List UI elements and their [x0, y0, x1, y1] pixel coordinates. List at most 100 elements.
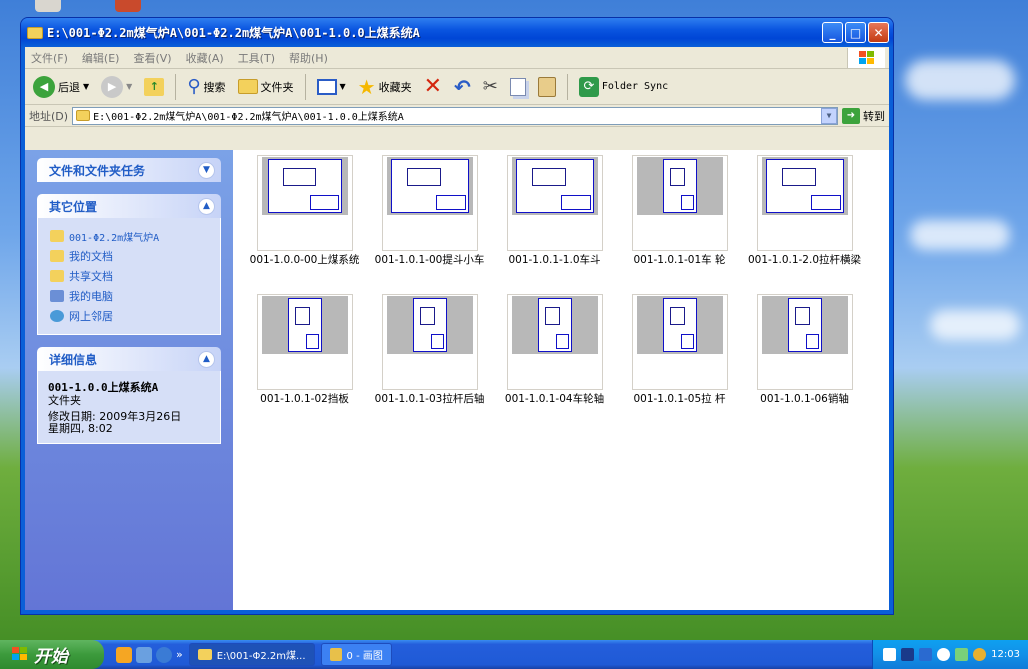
folders-button[interactable]: 文件夹 — [234, 72, 298, 102]
taskbar-button-explorer[interactable]: E:\001-Φ2.2m煤... — [188, 643, 315, 666]
file-item[interactable]: 001-1.0.0-00上煤系统 — [242, 155, 367, 280]
cut-button[interactable]: ✂ — [479, 72, 502, 102]
expand-chevron-icon[interactable]: ▼ — [198, 161, 215, 179]
details-header[interactable]: 详细信息 ▲ — [37, 347, 221, 371]
panel-title: 其它位置 — [49, 199, 98, 214]
menu-favorites[interactable]: 收藏(A) — [186, 50, 224, 66]
menu-file[interactable]: 文件(F) — [31, 50, 68, 66]
address-bar: 地址(D) E:\001-Φ2.2m煤气炉A\001-Φ2.2m煤气炉A\001… — [25, 105, 889, 127]
file-item[interactable]: 001-1.0.1-03拉杆后轴 — [367, 294, 492, 419]
delete-x-icon: ✕ — [423, 74, 443, 99]
address-label: 地址(D) — [29, 109, 69, 123]
file-thumbnail — [632, 294, 728, 390]
file-thumbnail — [257, 294, 353, 390]
search-icon: ⚲ — [187, 76, 201, 97]
favorites-button[interactable]: ★ 收藏夹 — [354, 72, 416, 102]
go-label: 转到 — [863, 109, 885, 123]
details-body: 001-1.0.0上煤系统A 文件夹 修改日期: 2009年3月26日 星期四,… — [37, 371, 221, 444]
file-item[interactable]: 001-1.0.1-2.0拉杆横梁 — [742, 155, 867, 280]
help-icon[interactable] — [901, 648, 915, 661]
drawing-preview-icon — [262, 157, 348, 215]
desktop-icon[interactable] — [115, 0, 141, 12]
file-item[interactable]: 001-1.0.1-05拉 杆 — [617, 294, 742, 419]
file-item[interactable]: 001-1.0.1-1.0车斗 — [492, 155, 617, 280]
go-button[interactable]: ➜ 转到 — [842, 107, 889, 124]
file-item[interactable]: 001-1.0.1-00提斗小车 — [367, 155, 492, 280]
file-item[interactable]: 001-1.0.1-04车轮轴 — [492, 294, 617, 419]
menu-edit[interactable]: 编辑(E) — [82, 50, 120, 66]
details-name: 001-1.0.0上煤系统A — [48, 381, 159, 394]
forward-button[interactable]: ▶ ▼ — [97, 72, 136, 102]
ime-icon[interactable] — [919, 648, 933, 661]
place-link[interactable]: 网上邻居 — [50, 306, 208, 326]
chevron-down-icon: ▼ — [339, 82, 346, 91]
collapse-chevron-icon[interactable]: ▲ — [198, 197, 215, 215]
place-link[interactable]: 001-Φ2.2m煤气炉A — [50, 226, 208, 246]
menu-bar: 文件(F) 编辑(E) 查看(V) 收藏(A) 工具(T) 帮助(H) — [25, 47, 889, 69]
place-label: 共享文档 — [69, 270, 113, 283]
panel-title: 详细信息 — [49, 352, 98, 367]
up-folder-button[interactable]: ↑ — [140, 72, 168, 102]
security-icon[interactable] — [973, 648, 987, 661]
file-thumbnail — [382, 294, 478, 390]
file-view[interactable]: 001-1.0.0-00上煤系统 001-1.0.1-00提斗小车 001-1.0.… — [233, 150, 889, 610]
paste-button[interactable] — [534, 72, 560, 102]
keyboard-icon[interactable] — [883, 648, 897, 661]
place-label: 网上邻居 — [69, 310, 113, 323]
file-item[interactable]: 001-1.0.1-06销轴 — [742, 294, 867, 419]
menu-view[interactable]: 查看(V) — [133, 50, 171, 66]
maximize-button[interactable]: □ — [845, 22, 866, 43]
address-input[interactable]: E:\001-Φ2.2m煤气炉A\001-Φ2.2m煤气炉A\001-1.0.0… — [72, 106, 838, 125]
file-name: 001-1.0.1-02挡板 — [260, 393, 349, 405]
place-link[interactable]: 我的电脑 — [50, 286, 208, 306]
more-chevron-icon[interactable]: » — [176, 648, 183, 661]
place-link[interactable]: 共享文档 — [50, 266, 208, 286]
file-name: 001-1.0.1-01车 轮 — [633, 254, 726, 266]
start-button[interactable]: 开始 — [0, 640, 104, 669]
minimize-button[interactable]: _ — [822, 22, 843, 43]
desktop-icon[interactable] — [35, 0, 61, 12]
system-tray: 12:03 — [872, 640, 1028, 669]
drawing-preview-icon — [387, 296, 473, 354]
file-item[interactable]: 001-1.0.1-02挡板 — [242, 294, 367, 419]
file-name: 001-1.0.0-00上煤系统 — [249, 254, 360, 266]
file-item[interactable]: 001-1.0.1-01车 轮 — [617, 155, 742, 280]
taskbar: 开始 » E:\001-Φ2.2m煤... 0 - 画图 12:03 — [0, 640, 1028, 669]
place-link[interactable]: 我的文档 — [50, 246, 208, 266]
toolbar-separator — [175, 73, 177, 100]
quick-launch-icon[interactable] — [116, 646, 132, 663]
menu-help[interactable]: 帮助(H) — [289, 50, 328, 66]
collapse-tray-icon[interactable] — [937, 648, 951, 661]
copy-button[interactable] — [506, 72, 530, 102]
quick-launch-icon[interactable] — [136, 646, 152, 663]
title-bar[interactable]: E:\001-Φ2.2m煤气炉A\001-Φ2.2m煤气炉A\001-1.0.0… — [21, 18, 893, 47]
views-icon — [316, 78, 337, 95]
address-dropdown-icon[interactable]: ▼ — [821, 107, 837, 124]
menu-tools[interactable]: 工具(T) — [238, 50, 275, 66]
place-label: 我的文档 — [69, 250, 113, 263]
file-name: 001-1.0.1-2.0拉杆横梁 — [747, 254, 862, 266]
delete-button[interactable]: ✕ — [420, 72, 446, 102]
views-button[interactable]: ▼ — [313, 72, 350, 102]
file-tasks-header[interactable]: 文件和文件夹任务 ▼ — [37, 158, 221, 182]
go-arrow-icon: ➜ — [842, 107, 860, 124]
file-thumbnail — [257, 155, 353, 251]
ie-icon[interactable] — [156, 646, 172, 663]
panel-title: 文件和文件夹任务 — [49, 163, 146, 178]
close-button[interactable]: ✕ — [868, 22, 889, 43]
shared-folder-icon — [50, 270, 64, 282]
drawing-preview-icon — [512, 157, 598, 215]
chevron-down-icon: ▼ — [83, 82, 90, 91]
back-button[interactable]: ◀ 后退 ▼ — [29, 72, 93, 102]
search-button[interactable]: ⚲ 搜索 — [183, 72, 229, 102]
network-tray-icon[interactable] — [955, 648, 969, 661]
start-label: 开始 — [34, 647, 68, 667]
folder-sync-button[interactable]: ⟳ Folder Sync — [575, 72, 672, 102]
file-thumbnail — [507, 294, 603, 390]
collapse-chevron-icon[interactable]: ▲ — [198, 350, 215, 368]
taskbar-button-paint[interactable]: 0 - 画图 — [320, 643, 392, 666]
other-places-header[interactable]: 其它位置 ▲ — [37, 194, 221, 218]
windows-flag-icon — [12, 647, 27, 660]
undo-button[interactable]: ↶ — [450, 72, 475, 102]
paint-icon — [329, 648, 342, 661]
